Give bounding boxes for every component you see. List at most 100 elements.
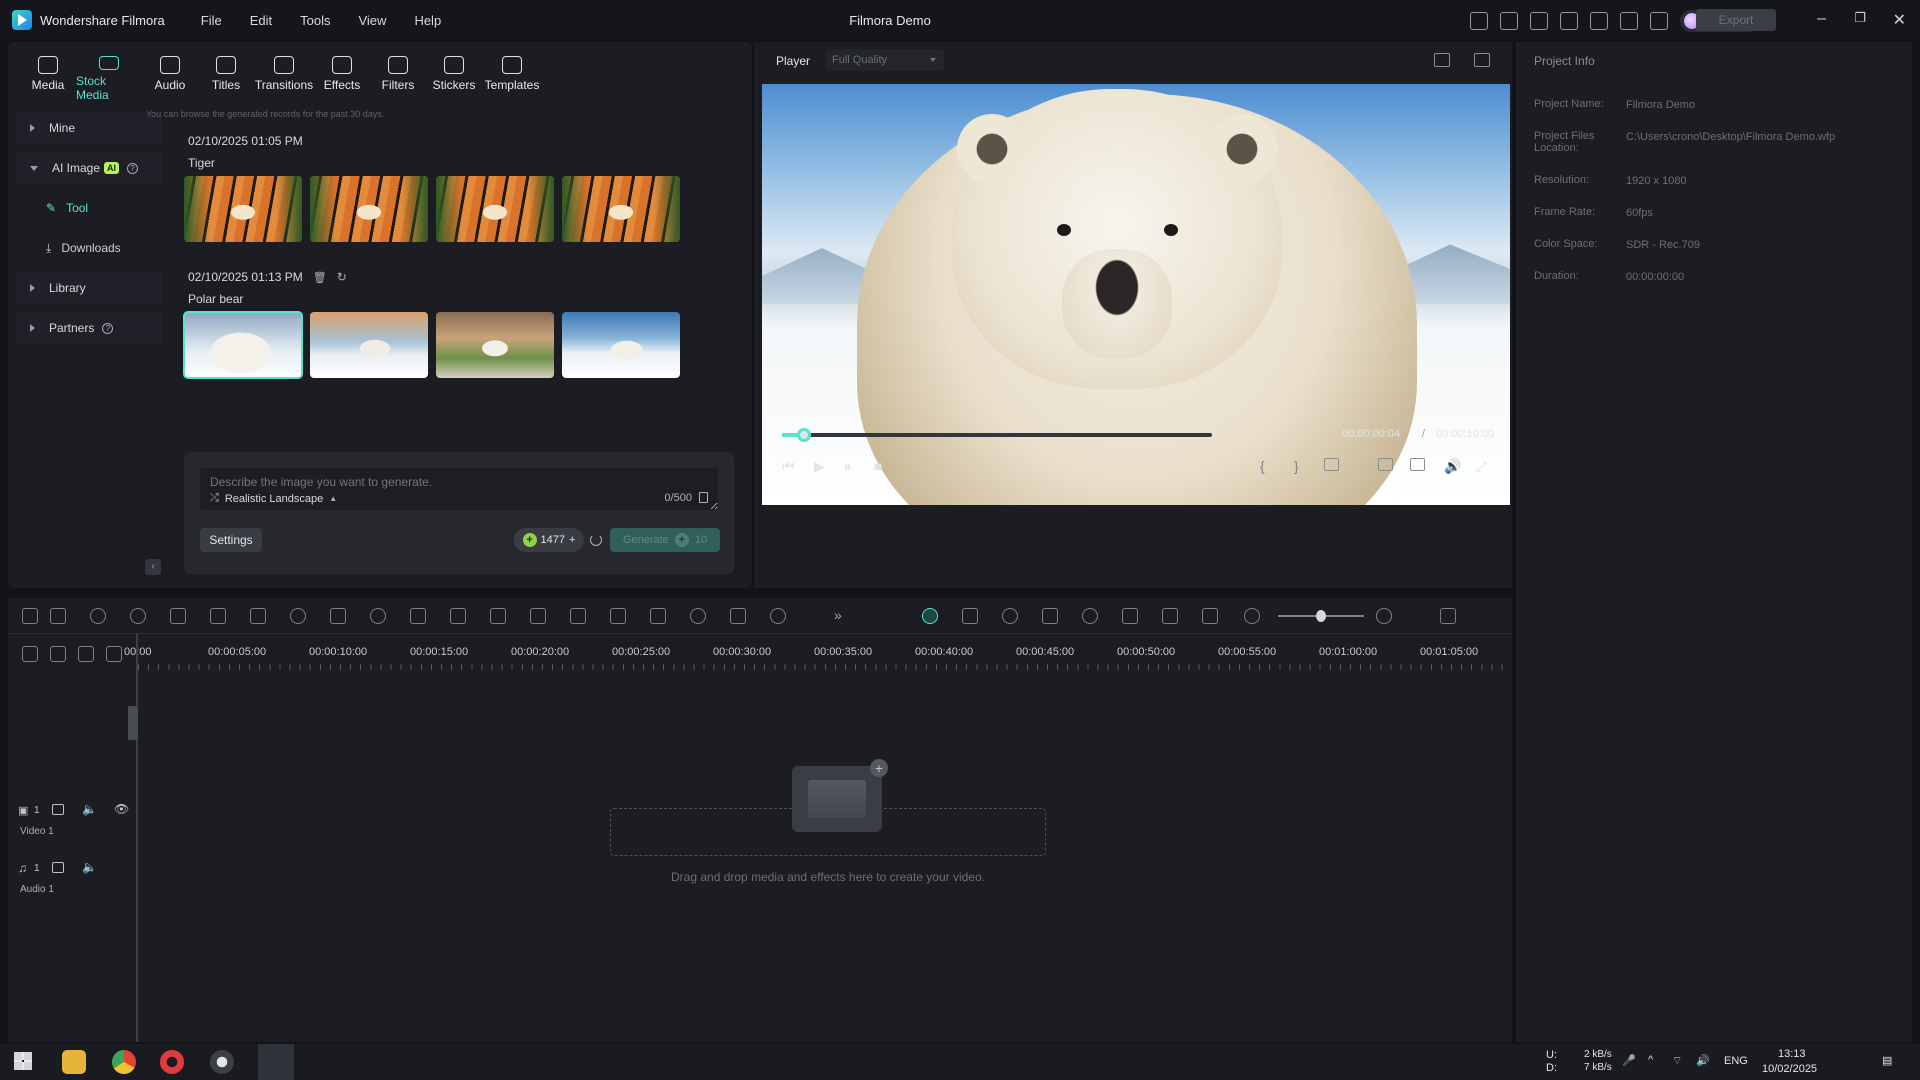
- clock-date[interactable]: 10/02/2025: [1762, 1063, 1817, 1075]
- ai-copilot-icon[interactable]: [962, 608, 978, 624]
- audio-edit-icon[interactable]: [730, 608, 746, 624]
- microphone-icon[interactable]: [1082, 608, 1098, 624]
- generated-thumbnail-tiger-3[interactable]: [436, 176, 554, 242]
- play-icon[interactable]: ▶: [814, 458, 825, 475]
- generated-thumbnail-polar-bear-3[interactable]: [436, 312, 554, 378]
- tab-stickers[interactable]: Stickers: [426, 42, 482, 102]
- snapshot-icon[interactable]: [1410, 458, 1425, 471]
- zoom-out-icon[interactable]: [1244, 608, 1260, 624]
- wifi-icon[interactable]: ⌔: [1672, 1054, 1682, 1068]
- generated-thumbnail-polar-bear-1[interactable]: [183, 311, 303, 379]
- refresh-icon[interactable]: ↻: [337, 270, 347, 284]
- display-settings-icon[interactable]: [1378, 458, 1393, 471]
- eye-icon[interactable]: 👁: [114, 802, 129, 816]
- layout-icon[interactable]: [1529, 12, 1548, 30]
- volume-icon[interactable]: 🔊: [1444, 458, 1461, 475]
- adjust-icon[interactable]: [490, 608, 506, 624]
- ai-speed-icon[interactable]: [770, 608, 786, 624]
- fullscreen-icon[interactable]: ⤢: [1476, 458, 1487, 475]
- generated-thumbnail-tiger-2[interactable]: [310, 176, 428, 242]
- add-track-icon[interactable]: [22, 646, 38, 662]
- zoom-in-icon[interactable]: [1376, 608, 1392, 624]
- collapse-sidebar-button[interactable]: ‹: [145, 559, 161, 575]
- track-manage-icon[interactable]: [78, 646, 94, 662]
- style-selector[interactable]: ⤮ Realistic Landscape ▲: [210, 492, 337, 505]
- tab-titles[interactable]: Titles: [198, 42, 254, 102]
- marker-icon[interactable]: [1324, 458, 1339, 471]
- sidebar-item-mine[interactable]: Mine: [16, 112, 162, 144]
- select-tool-icon[interactable]: [50, 608, 66, 624]
- obs-icon[interactable]: [210, 1050, 234, 1074]
- close-icon[interactable]: ✕: [1893, 10, 1906, 30]
- restore-icon[interactable]: ❐: [1854, 10, 1866, 26]
- save-icon[interactable]: [1559, 12, 1578, 30]
- notification-icon[interactable]: ▤: [1882, 1054, 1892, 1067]
- filmora-taskbar-icon[interactable]: [258, 1044, 294, 1080]
- fit-timeline-icon[interactable]: [1202, 608, 1218, 624]
- sidebar-item-downloads[interactable]: ⤓ Downloads: [16, 232, 162, 264]
- stop-icon[interactable]: ■: [874, 458, 882, 474]
- export-button[interactable]: Export: [1696, 9, 1776, 31]
- render-icon[interactable]: [1002, 608, 1018, 624]
- rotate-icon[interactable]: [290, 608, 306, 624]
- recorder-icon[interactable]: [160, 1050, 184, 1074]
- help-icon[interactable]: ?: [102, 322, 114, 334]
- delete-icon[interactable]: [170, 608, 186, 624]
- cut-icon[interactable]: [210, 608, 226, 624]
- trash-icon[interactable]: 🗑: [313, 271, 327, 284]
- media-library-icon[interactable]: [1499, 12, 1518, 30]
- generate-button[interactable]: Generate + 10: [610, 528, 720, 552]
- zoom-slider-handle[interactable]: [1316, 610, 1326, 622]
- settings-button[interactable]: Settings: [200, 528, 262, 552]
- sidebar-item-library[interactable]: Library: [16, 272, 162, 304]
- video-preview[interactable]: [762, 84, 1510, 505]
- undo-icon[interactable]: [90, 608, 106, 624]
- mic-icon[interactable]: 🎤: [1622, 1054, 1636, 1067]
- refresh-credits-icon[interactable]: [590, 534, 602, 546]
- color-icon[interactable]: [330, 608, 346, 624]
- add-media-icon[interactable]: +: [870, 759, 888, 777]
- snap-icon[interactable]: [106, 646, 122, 662]
- voiceover-icon[interactable]: [1122, 608, 1138, 624]
- tab-filters[interactable]: Filters: [370, 42, 426, 102]
- tab-audio[interactable]: Audio: [142, 42, 198, 102]
- auto-highlight-icon[interactable]: [922, 608, 938, 624]
- previous-frame-icon[interactable]: ⏮: [782, 458, 795, 475]
- chrome-icon[interactable]: [112, 1050, 136, 1074]
- mark-in-icon[interactable]: {: [1260, 458, 1265, 474]
- send-icon[interactable]: [1469, 12, 1488, 30]
- generated-thumbnail-polar-bear-4[interactable]: [562, 312, 680, 378]
- record-icon[interactable]: [690, 608, 706, 624]
- tab-media[interactable]: Media: [20, 42, 76, 102]
- generated-thumbnail-tiger-4[interactable]: [562, 176, 680, 242]
- speaker-icon[interactable]: 🔊: [1696, 1054, 1710, 1067]
- clock-time[interactable]: 13:13: [1778, 1048, 1806, 1060]
- chevron-up-icon[interactable]: ^: [1648, 1054, 1653, 1066]
- generated-thumbnail-tiger-1[interactable]: [184, 176, 302, 242]
- grid-view-icon[interactable]: [1434, 53, 1450, 67]
- more-tools-icon[interactable]: »: [834, 607, 842, 623]
- mute-icon[interactable]: 🔈: [82, 802, 97, 816]
- headset-icon[interactable]: [1619, 12, 1638, 30]
- help-icon[interactable]: ?: [127, 162, 139, 174]
- tab-stock-media[interactable]: Stock Media: [76, 42, 142, 102]
- sidebar-item-tool[interactable]: ✎ Tool: [16, 192, 162, 224]
- link-icon[interactable]: [50, 646, 66, 662]
- credits-button[interactable]: + 1477 +: [514, 528, 584, 552]
- redo-icon[interactable]: [130, 608, 146, 624]
- playhead[interactable]: [136, 634, 138, 1042]
- sidebar-item-ai-image[interactable]: AI Image AI?: [16, 152, 162, 184]
- crop-icon[interactable]: [250, 608, 266, 624]
- clear-prompt-icon[interactable]: [699, 492, 708, 503]
- playback-progress-bar[interactable]: [782, 428, 1212, 442]
- mark-out-icon[interactable]: }: [1294, 458, 1299, 474]
- layout-grid-icon[interactable]: [22, 608, 38, 624]
- folder-icon[interactable]: [52, 862, 64, 873]
- shield-icon[interactable]: [1042, 608, 1058, 624]
- windows-start-icon[interactable]: [14, 1052, 32, 1070]
- file-explorer-icon[interactable]: [62, 1050, 86, 1074]
- tab-templates[interactable]: Templates: [482, 42, 542, 102]
- shuffle-icon[interactable]: ⤮: [210, 492, 219, 505]
- zoom-crop-icon[interactable]: [410, 608, 426, 624]
- sidebar-item-partners[interactable]: Partners?: [16, 312, 162, 344]
